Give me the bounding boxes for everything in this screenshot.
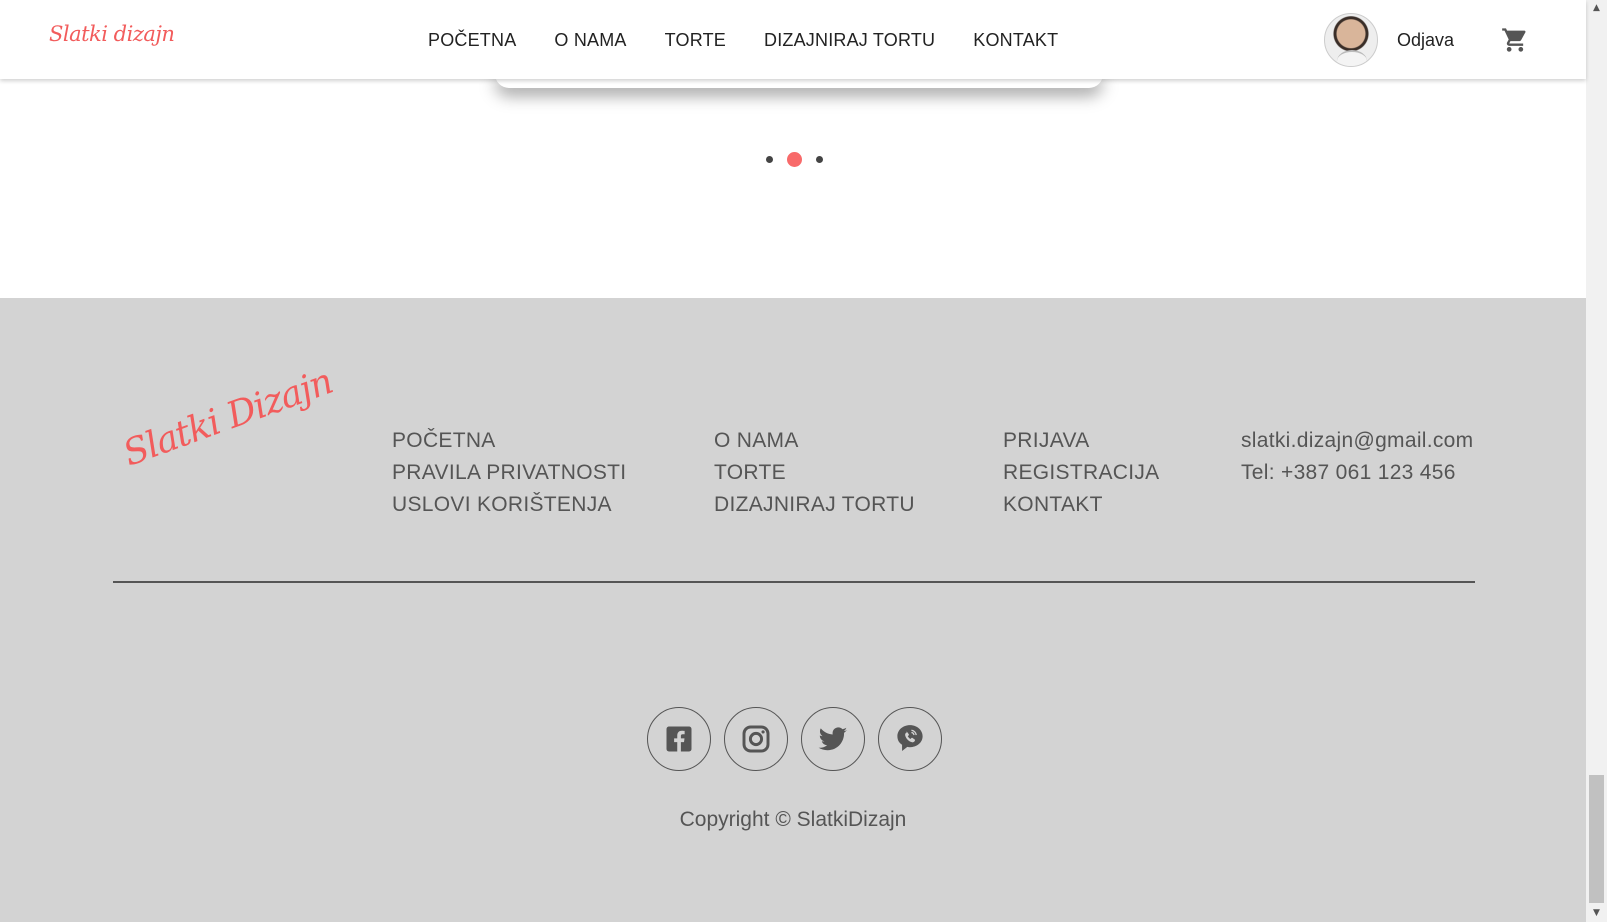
carousel-indicators (766, 152, 837, 167)
main-nav: POČETNA O NAMA TORTE DIZAJNIRAJ TORTU KO… (428, 30, 1096, 51)
footer-link-prijava[interactable]: PRIJAVA (1003, 425, 1159, 457)
page-scrollbar[interactable]: ▲ ▼ (1586, 0, 1607, 922)
nav-item-kontakt[interactable]: KONTAKT (973, 30, 1058, 51)
footer-logo: Slatki Dizajn (118, 361, 338, 475)
footer-link-pocetna[interactable]: POČETNA (392, 425, 626, 457)
carousel-dot-3[interactable] (816, 156, 823, 163)
avatar-shirt (1337, 50, 1367, 66)
facebook-icon (666, 726, 692, 752)
twitter-icon (818, 727, 848, 751)
scrollbar-thumb[interactable] (1589, 775, 1604, 903)
site-footer: Slatki Dizajn POČETNA PRAVILA PRIVATNOST… (0, 298, 1586, 922)
nav-item-o-nama[interactable]: O NAMA (554, 30, 626, 51)
footer-link-dizajniraj-tortu[interactable]: DIZAJNIRAJ TORTU (714, 489, 915, 521)
scroll-up-arrow-icon[interactable]: ▲ (1586, 0, 1607, 17)
viber-button[interactable] (878, 707, 942, 771)
footer-link-uslovi-koristenja[interactable]: USLOVI KORIŠTENJA (392, 489, 626, 521)
copyright-text: Copyright © SlatkiDizajn (679, 808, 907, 831)
nav-item-torte[interactable]: TORTE (665, 30, 726, 51)
logout-link[interactable]: Odjava (1397, 30, 1454, 51)
cart-icon[interactable] (1501, 26, 1529, 54)
site-header: Slatki dizajn POČETNA O NAMA TORTE DIZAJ… (0, 0, 1586, 79)
social-links (647, 707, 955, 771)
footer-column-2: O NAMA TORTE DIZAJNIRAJ TORTU (714, 425, 915, 521)
footer-contact: slatki.dizajn@gmail.com Tel: +387 061 12… (1241, 425, 1473, 489)
scroll-down-arrow-icon[interactable]: ▼ (1586, 905, 1607, 922)
instagram-button[interactable] (724, 707, 788, 771)
footer-column-3: PRIJAVA REGISTRACIJA KONTAKT (1003, 425, 1159, 521)
contact-email[interactable]: slatki.dizajn@gmail.com (1241, 425, 1473, 457)
twitter-button[interactable] (801, 707, 865, 771)
carousel-dot-1[interactable] (766, 156, 773, 163)
viber-icon (897, 725, 923, 752)
carousel-dot-2-active[interactable] (787, 152, 802, 167)
contact-phone: Tel: +387 061 123 456 (1241, 461, 1456, 484)
facebook-button[interactable] (647, 707, 711, 771)
footer-link-pravila-privatnosti[interactable]: PRAVILA PRIVATNOSTI (392, 457, 626, 489)
footer-link-kontakt[interactable]: KONTAKT (1003, 489, 1159, 521)
footer-link-o-nama[interactable]: O NAMA (714, 425, 915, 457)
footer-column-1: POČETNA PRAVILA PRIVATNOSTI USLOVI KORIŠ… (392, 425, 626, 521)
user-avatar[interactable] (1324, 13, 1378, 67)
brand-logo[interactable]: Slatki dizajn (49, 22, 175, 46)
footer-link-torte[interactable]: TORTE (714, 457, 915, 489)
footer-divider (113, 581, 1475, 583)
nav-item-pocetna[interactable]: POČETNA (428, 30, 516, 51)
footer-link-registracija[interactable]: REGISTRACIJA (1003, 457, 1159, 489)
instagram-icon (742, 725, 770, 753)
nav-item-dizajniraj-tortu[interactable]: DIZAJNIRAJ TORTU (764, 30, 935, 51)
